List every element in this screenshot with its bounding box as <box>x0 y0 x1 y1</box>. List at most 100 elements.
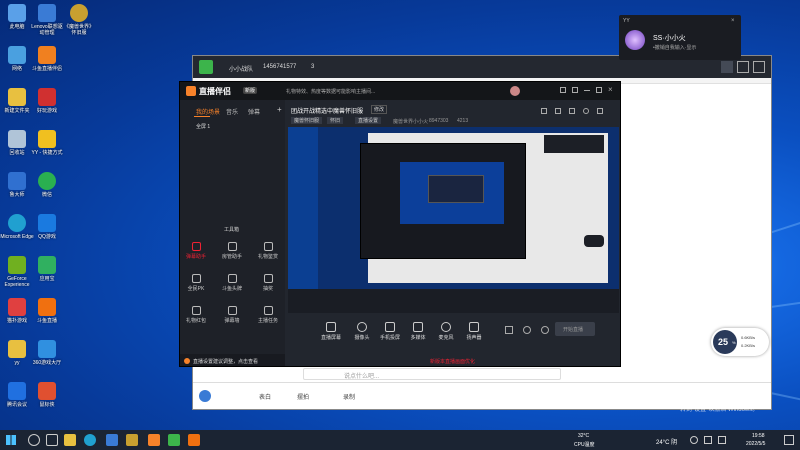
desktop-icon[interactable]: 鼠标侠 <box>30 382 64 408</box>
tab-music[interactable]: 音乐 <box>226 107 238 116</box>
start-live-button[interactable]: 开始直播 <box>555 322 595 336</box>
microphone-button[interactable]: 麦克风 <box>433 322 459 341</box>
wow-icon[interactable] <box>126 434 138 446</box>
desktop-icon[interactable]: 斗鱼直播 <box>30 298 64 324</box>
desktop-icon[interactable]: 新建文件夹 <box>0 88 34 114</box>
grid-icon[interactable] <box>753 61 765 73</box>
desktop-icon[interactable]: 猫扑游戏 <box>0 298 34 324</box>
desktop-icon[interactable]: 鲁大师 <box>0 172 34 198</box>
danmaku-helper-tool[interactable]: 弹幕助手 <box>184 242 208 260</box>
scene-item[interactable]: 全屏 1 <box>196 123 210 130</box>
desktop-icon[interactable]: 微信 <box>30 172 64 198</box>
minimize-icon[interactable] <box>584 90 590 91</box>
search-icon[interactable] <box>28 434 40 446</box>
pk-tool[interactable]: 全民PK <box>184 274 208 292</box>
task-view-icon[interactable] <box>46 434 58 446</box>
settings-tag[interactable]: 直播设置 <box>355 117 382 124</box>
record-icon[interactable] <box>505 326 513 334</box>
screen-icon[interactable] <box>569 108 575 114</box>
wow-icon <box>70 4 88 22</box>
desktop-icon[interactable]: 网络 <box>0 46 34 72</box>
clock-time[interactable]: 19:58 <box>752 433 765 439</box>
desktop-icon[interactable]: 此电脑 <box>0 4 34 30</box>
desktop-icon[interactable]: 360游戏大厅 <box>30 340 64 366</box>
tab-danmaku[interactable]: 弹幕 <box>248 107 260 116</box>
room-manager-tool[interactable]: 房管助手 <box>220 242 244 260</box>
avatar[interactable] <box>510 86 520 96</box>
network-icon[interactable] <box>690 436 698 444</box>
edit-title-button[interactable]: 修改 <box>371 105 388 114</box>
start-icon[interactable] <box>6 435 16 445</box>
camera-button[interactable]: 摄像头 <box>349 322 375 341</box>
desktop-icon[interactable]: YY - 快捷方式 <box>30 130 64 156</box>
desktop-icon[interactable]: 好玩游戏 <box>30 88 64 114</box>
desktop-icon[interactable]: 腾讯会议 <box>0 382 34 408</box>
layout-icon[interactable] <box>541 108 547 114</box>
edge-icon[interactable] <box>84 434 96 446</box>
network-speed-widget[interactable]: 25 % 0.6KB/s 0.2KB/s <box>711 328 769 356</box>
maximize-icon[interactable] <box>596 87 602 93</box>
task-tool[interactable]: 主播任务 <box>256 306 280 324</box>
desktop-icon[interactable]: 回收站 <box>0 130 34 156</box>
douyu-live-icon <box>38 298 56 316</box>
douyu-taskbar-icon[interactable] <box>188 434 200 446</box>
category-tag[interactable]: 魔兽怀旧服 <box>291 117 323 124</box>
qq-game-icon <box>38 214 56 232</box>
explorer-icon[interactable] <box>64 434 76 446</box>
headline-tool[interactable]: 斗鱼头牌 <box>220 274 244 292</box>
streamer-name: 魔兽世界小小火 <box>393 119 429 125</box>
eye-icon[interactable] <box>523 326 531 334</box>
red-packet-tool[interactable]: 礼物红包 <box>184 306 208 324</box>
lottery-tool[interactable]: 抽奖 <box>256 274 280 292</box>
wall-icon <box>227 306 237 315</box>
gift-tool[interactable]: 礼物鉴赏 <box>256 242 280 260</box>
avatar[interactable] <box>625 30 645 50</box>
chat-icon[interactable] <box>555 108 561 114</box>
bottom-item[interactable]: 录制 <box>343 392 355 401</box>
warning-text[interactable]: 直播设置建议调整，点击查看 <box>193 358 258 365</box>
volume-icon[interactable] <box>704 436 712 444</box>
tab-scenes[interactable]: 我的场景 <box>196 107 220 116</box>
bottom-item[interactable]: 摆拍 <box>297 392 309 401</box>
add-scene-button[interactable]: + <box>277 105 282 114</box>
home-icon[interactable] <box>199 60 213 74</box>
gear-icon[interactable] <box>541 326 549 334</box>
bottom-item[interactable]: 表白 <box>259 392 271 401</box>
skin-icon[interactable] <box>572 87 578 93</box>
desktop-icon[interactable]: 《魔兽世界》怀旧服 <box>62 4 96 36</box>
chat-input[interactable]: 说点什么吧... <box>303 368 561 380</box>
desktop-icon[interactable]: QQ游戏 <box>30 214 64 240</box>
share-icon[interactable] <box>597 108 603 114</box>
close-icon[interactable]: × <box>731 18 737 24</box>
desktop-icon[interactable]: yy <box>0 340 34 366</box>
desktop-icon[interactable]: GeForce Experience <box>0 256 34 288</box>
recycle-bin-icon <box>8 130 26 148</box>
avatar[interactable] <box>199 390 211 402</box>
speed-unit: % <box>732 340 736 345</box>
desktop-icon[interactable]: Microsoft Edge <box>0 214 34 240</box>
heart-icon[interactable] <box>583 108 589 114</box>
weather-text[interactable]: 24°C 阴 <box>656 437 677 446</box>
media-button[interactable]: 多媒体 <box>405 322 431 341</box>
desktop-icon[interactable]: 斗鱼直播伴侣 <box>30 46 64 72</box>
ime-icon[interactable] <box>718 436 726 444</box>
chat-placeholder: 说点什么吧... <box>344 374 380 380</box>
phone-icon <box>385 322 395 332</box>
store-icon[interactable] <box>106 434 118 446</box>
sub-tag[interactable]: 怀旧 <box>327 117 344 124</box>
phone-cast-button[interactable]: 手机投屏 <box>377 322 403 341</box>
desktop-icon[interactable]: 应用宝 <box>30 256 64 282</box>
clock-date[interactable]: 2022/5/5 <box>746 441 765 447</box>
game-icon[interactable] <box>737 61 749 73</box>
screen-capture-button[interactable]: 直播屏幕 <box>318 322 344 341</box>
home-tab-icon[interactable] <box>721 61 733 73</box>
settings-icon[interactable] <box>560 87 566 93</box>
speaker-button[interactable]: 扬声器 <box>461 322 487 341</box>
close-icon[interactable]: × <box>608 85 613 94</box>
live-companion-icon[interactable] <box>148 434 160 446</box>
notification-icon[interactable] <box>784 435 794 445</box>
desktop-icon[interactable]: Lenovo联想驱动管理 <box>30 4 64 36</box>
version-badge[interactable]: 新版 <box>243 87 258 94</box>
yy-taskbar-icon[interactable] <box>168 434 180 446</box>
danmaku-wall-tool[interactable]: 弹幕墙 <box>220 306 244 324</box>
